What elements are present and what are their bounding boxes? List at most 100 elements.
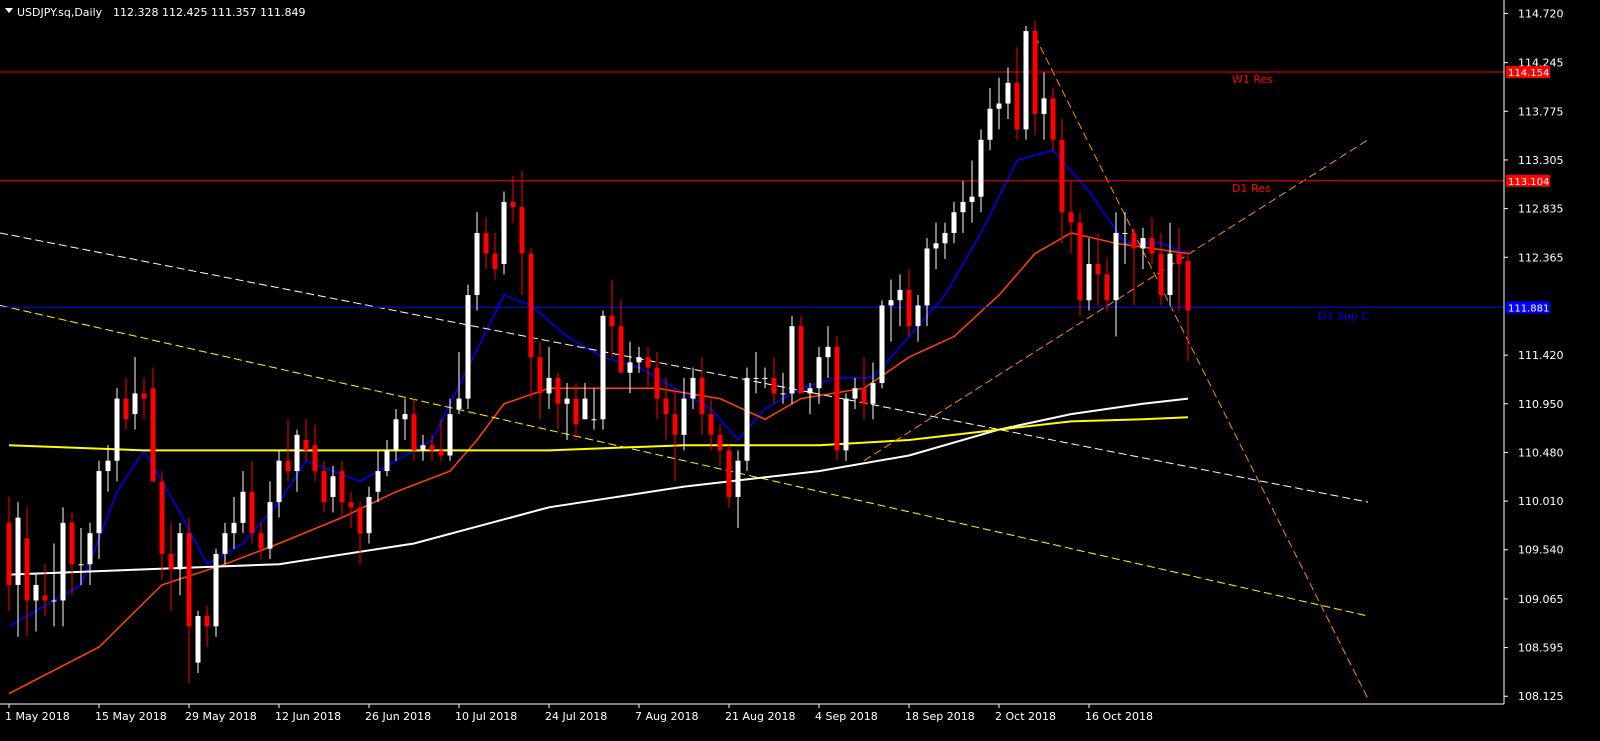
candle-body — [357, 507, 363, 534]
candle-body — [798, 326, 804, 394]
candle-body — [87, 533, 93, 565]
level-label: D1 Sup C — [1318, 309, 1369, 322]
candle-body — [1068, 212, 1074, 223]
candle[interactable] — [744, 367, 750, 472]
candle-body — [150, 388, 156, 482]
candle-body — [888, 300, 894, 306]
time-tick-label: 12 Jun 2018 — [275, 710, 341, 723]
candle-body — [420, 445, 426, 451]
candle-body — [294, 434, 300, 472]
candle[interactable] — [879, 300, 885, 389]
candle[interactable] — [834, 336, 840, 461]
candle-body — [645, 357, 651, 368]
candle[interactable] — [213, 548, 219, 637]
price-tick-label: 112.365 — [1518, 251, 1564, 264]
candle-body — [348, 502, 354, 508]
candle-body — [528, 253, 534, 358]
candle-body — [663, 398, 669, 415]
candle-body — [1032, 31, 1038, 114]
candle-body — [438, 450, 444, 456]
candle-body — [924, 248, 930, 306]
candle[interactable] — [501, 191, 507, 275]
candle[interactable] — [465, 284, 471, 409]
candle[interactable] — [798, 315, 804, 394]
ohlc-label: 112.328 112.425 111.357 111.849 — [113, 6, 305, 19]
level-label: W1 Res — [1232, 73, 1273, 86]
candle-body — [6, 522, 12, 585]
candle-body — [42, 595, 48, 601]
candle-body — [1176, 253, 1182, 264]
candle-body — [186, 533, 192, 627]
time-tick-label: 10 Jul 2018 — [455, 710, 517, 723]
chart-window: W1 Res D1 Res D1 Sup C 114.720 114.245 113.7… — [0, 0, 1600, 741]
candle-body — [1185, 260, 1191, 311]
candle[interactable] — [1077, 212, 1083, 316]
candle-body — [969, 196, 975, 202]
time-tick-label: 2 Oct 2018 — [995, 710, 1056, 723]
candle-body — [501, 201, 507, 264]
symbol-label: USDJPY.sq,Daily — [17, 6, 103, 19]
candle-body — [690, 377, 696, 399]
price-tick-label: 113.775 — [1518, 105, 1564, 118]
candle-body — [375, 471, 381, 492]
candle-body — [249, 491, 255, 534]
price-tick-label: 112.835 — [1518, 203, 1564, 216]
candle-body — [555, 377, 561, 404]
candle-body — [96, 471, 102, 534]
candle-body — [465, 295, 471, 399]
candle-body — [312, 445, 318, 472]
candle[interactable] — [1023, 25, 1029, 140]
candle-body — [213, 553, 219, 627]
candle-body — [1059, 139, 1065, 213]
candle[interactable] — [789, 315, 795, 404]
candle-body — [1077, 222, 1083, 301]
candle-body — [1149, 238, 1155, 254]
candle-body — [852, 388, 858, 399]
candle-body — [753, 377, 759, 379]
candle-body — [483, 232, 489, 254]
candle-body — [69, 522, 75, 565]
candle-body — [222, 533, 228, 554]
candle-body — [303, 440, 309, 451]
price-tag-label: 114.154 — [1508, 68, 1549, 79]
candle-body — [492, 253, 498, 270]
candle-body — [1005, 82, 1011, 104]
candle-body — [429, 445, 435, 451]
candle-body — [1122, 232, 1128, 234]
candle-body — [1167, 253, 1173, 296]
candle-body — [870, 383, 876, 404]
candle-body — [987, 108, 993, 140]
candle[interactable] — [600, 310, 606, 430]
candle-body — [708, 414, 714, 435]
price-tick-label: 108.595 — [1518, 642, 1564, 655]
candle-body — [978, 139, 984, 197]
candle-body — [906, 289, 912, 327]
candle-body — [744, 377, 750, 461]
candle-body — [951, 212, 957, 233]
candle-body — [1131, 232, 1137, 249]
candle-body — [834, 346, 840, 451]
candle-body — [564, 398, 570, 404]
candle-body — [123, 398, 129, 420]
candle-body — [474, 232, 480, 296]
time-tick-label: 21 Aug 2018 — [725, 710, 795, 723]
candle-body — [717, 434, 723, 451]
price-tick-label: 110.480 — [1518, 446, 1564, 459]
candle-body — [204, 616, 210, 627]
time-tick-label: 18 Sep 2018 — [905, 710, 975, 723]
candle-body — [231, 522, 237, 534]
price-chart[interactable]: W1 ResD1 ResD1 Sup C 114.720114.245113.7… — [0, 0, 1600, 741]
candle-body — [915, 305, 921, 327]
candle-body — [1041, 98, 1047, 114]
candle-body — [780, 393, 786, 395]
candle-body — [285, 460, 291, 472]
price-tick-label: 110.010 — [1518, 495, 1564, 508]
candle-body — [159, 481, 165, 554]
candle-body — [609, 315, 615, 327]
candle-body — [672, 414, 678, 435]
candle-body — [1113, 232, 1119, 301]
price-tick-label: 108.125 — [1518, 690, 1564, 703]
candle-body — [195, 616, 201, 663]
candle-body — [105, 460, 111, 472]
candle-body — [735, 460, 741, 497]
